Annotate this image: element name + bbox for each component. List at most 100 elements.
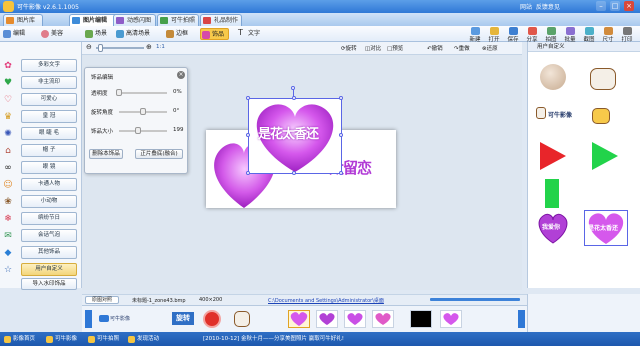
strip-thumb-black[interactable] <box>410 310 432 328</box>
main-tab-bar: 图片库 图片编辑 动感闪图 可牛拍照 礼品制作 <box>0 13 640 26</box>
thumb-red-arrow[interactable] <box>540 142 566 170</box>
thumb-logo-text[interactable]: 可牛影像 <box>548 110 572 119</box>
rotate-handle[interactable] <box>291 86 295 90</box>
tab-gift[interactable]: 礼品制作 <box>200 14 242 26</box>
size-value: 199 <box>173 127 184 133</box>
thumb-cow-logo-icon <box>536 107 546 119</box>
strip-scroll-slider[interactable] <box>430 298 520 301</box>
share-button[interactable]: 分享 <box>524 27 540 43</box>
record-stop-icon[interactable] <box>203 310 221 328</box>
thumb-heart-selected[interactable]: 是花太香还 <box>584 210 628 246</box>
file-path-link[interactable]: C:\Documents and Settings\Administrator\… <box>268 297 384 304</box>
feedback-link[interactable]: 反馈意见 <box>536 4 560 11</box>
heart-thumb-icon <box>290 312 308 326</box>
screenshot-button[interactable]: 截图 <box>581 27 597 43</box>
panel-close-icon[interactable]: × <box>177 71 185 79</box>
tab-photo-edit[interactable]: 图片编辑 <box>69 14 118 26</box>
camera-link[interactable]: 可牛拍照 <box>88 335 119 344</box>
resize-handle-bottom-left[interactable] <box>246 171 250 175</box>
new-button[interactable]: 新建 <box>467 27 483 43</box>
size-label: 饰品大小 <box>91 129 114 135</box>
capture-button[interactable]: 拍图 <box>543 27 559 43</box>
minimize-button[interactable]: – <box>596 1 606 11</box>
zoom-in-icon[interactable]: ⊕ <box>146 44 152 51</box>
size-slider[interactable] <box>119 127 167 134</box>
resize-handle-bottom[interactable] <box>292 171 296 175</box>
strip-scroll-left-icon[interactable] <box>85 310 92 328</box>
compare-button[interactable]: ◫对比 <box>365 44 381 52</box>
thumb-cow-badge[interactable] <box>592 108 610 124</box>
tab-flash[interactable]: 动感闪图 <box>113 14 156 26</box>
rotation-slider[interactable] <box>119 108 167 115</box>
rotation-slider-knob[interactable] <box>140 108 146 115</box>
accessory-category-sidebar: ✿ 多彩文字 ♥ 非主流印 ♡ 可爱心 ♛ 皇 冠 ✺ 眼 睫 毛 ⌂ 帽 子 ∞ 眼 镜 ☺… <box>0 42 82 290</box>
thumb-heart-large-text: 是花太香还 <box>588 225 619 232</box>
print-button[interactable]: 打印 <box>619 27 635 43</box>
sticker-selection-box[interactable]: 是花太香还 <box>248 98 342 174</box>
strip-thumb-heart-selected[interactable] <box>288 310 310 328</box>
undo-button[interactable]: ↶撤销 <box>427 44 443 52</box>
home-link[interactable]: 影像首页 <box>4 335 35 344</box>
resize-button[interactable]: 尺寸 <box>600 27 616 43</box>
thumbnail-strip: 可牛影像 旋转 <box>82 305 527 332</box>
website-link[interactable]: 网站 <box>520 4 532 11</box>
multiply-blend-button[interactable]: 正片叠底(融合) <box>135 149 183 159</box>
title-links[interactable]: 网站 反馈意见 <box>520 2 560 11</box>
share-icon <box>527 27 537 35</box>
tool-hd-scene[interactable]: 高清场景 <box>115 28 157 40</box>
preview-button[interactable]: □预览 <box>387 44 403 52</box>
tool-text[interactable]: T 文字 <box>237 28 267 40</box>
resize-handle-top-right[interactable] <box>339 96 343 100</box>
rotate-button[interactable]: ⟳旋转 <box>341 44 357 52</box>
gift-icon <box>203 17 211 24</box>
save-button[interactable]: 保存 <box>505 27 521 43</box>
heart-thumb-icon <box>443 313 459 325</box>
tool-accessories[interactable]: 饰品 <box>200 28 229 40</box>
compare-original-tab[interactable]: 原图对照 <box>85 296 119 304</box>
tab-photo-library[interactable]: 图片库 <box>3 14 43 26</box>
events-link[interactable]: 发现活动 <box>128 335 159 344</box>
restore-button[interactable]: ⊗还原 <box>482 44 498 52</box>
tool-frame[interactable]: 边框 <box>165 28 195 40</box>
edit-icon <box>3 30 11 38</box>
batch-button[interactable]: 批量 <box>562 27 578 43</box>
zoom-slider[interactable] <box>96 44 144 52</box>
resize-handle-right[interactable] <box>339 133 343 137</box>
tool-edit[interactable]: 编辑 <box>2 28 32 40</box>
strip-thumb-heart-5[interactable] <box>440 310 462 328</box>
tool-beauty[interactable]: 美容 <box>40 28 70 40</box>
strip-thumb-heart-2[interactable] <box>316 310 338 328</box>
resize-handle-left[interactable] <box>246 133 250 137</box>
tab-camera[interactable]: 可牛拍照 <box>157 14 199 26</box>
zoom-out-icon[interactable]: ⊖ <box>86 44 92 51</box>
strip-thumb-heart-3[interactable] <box>344 310 366 328</box>
opacity-slider[interactable] <box>116 89 167 96</box>
close-button[interactable]: × <box>624 1 634 11</box>
thumb-cow-mascot[interactable] <box>590 68 616 90</box>
thumb-green-bar[interactable] <box>545 179 559 208</box>
maximize-button[interactable]: □ <box>610 1 620 11</box>
resize-handle-top-left[interactable] <box>246 96 250 100</box>
rotate-banner[interactable]: 旋转 <box>172 312 194 325</box>
cow-mascot-thumb[interactable] <box>234 311 250 327</box>
batch-icon <box>565 27 575 35</box>
open-button[interactable]: 打开 <box>486 27 502 43</box>
capture-icon <box>546 27 556 35</box>
import-watermark-button[interactable]: 导入水印饰品 <box>21 278 77 290</box>
zoom-ratio[interactable]: 1:1 <box>156 44 165 50</box>
thumb-green-arrow[interactable] <box>592 142 618 170</box>
strip-scroll-right-icon[interactable] <box>518 310 525 328</box>
tool-scene[interactable]: 场景 <box>84 28 114 40</box>
opacity-slider-knob[interactable] <box>116 89 122 96</box>
news-ticker[interactable]: [2010-10-12] 金秋十月——分享美图照片 赢取可牛好礼! <box>203 335 344 344</box>
folder-icon <box>489 27 499 35</box>
resize-handle-bottom-right[interactable] <box>339 171 343 175</box>
keniu-link[interactable]: 可牛影像 <box>46 335 77 344</box>
delete-accessory-button[interactable]: 删除本饰品 <box>89 149 123 159</box>
strip-thumb-heart-4[interactable] <box>372 310 394 328</box>
user-defined-panel: 用户自定义 可牛影像 我爱你 是花太香还 <box>527 42 640 288</box>
zoom-slider-knob[interactable] <box>98 44 103 52</box>
redo-button[interactable]: ↷重做 <box>454 44 470 52</box>
size-slider-knob[interactable] <box>135 127 142 134</box>
thumb-photo-avatar[interactable] <box>540 64 566 90</box>
